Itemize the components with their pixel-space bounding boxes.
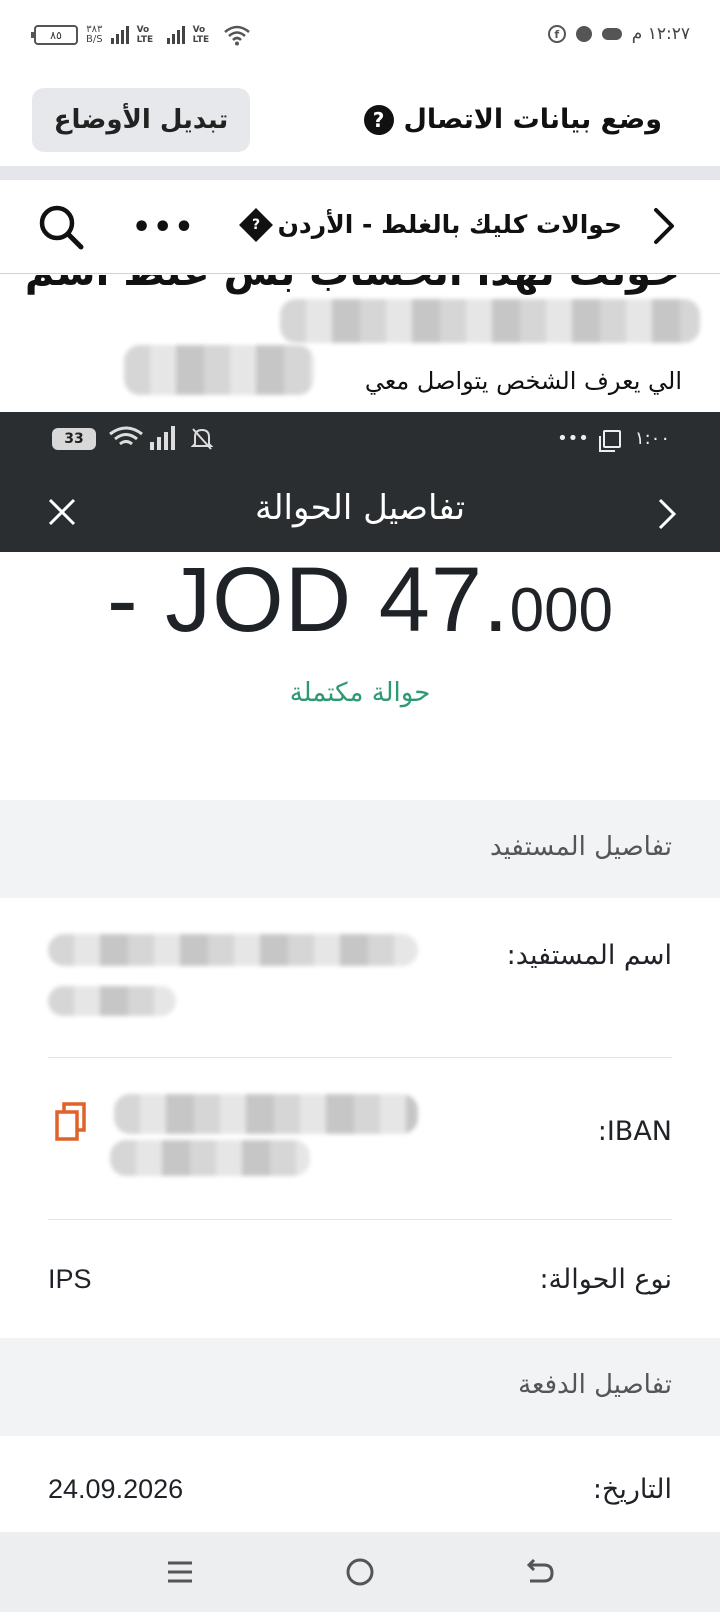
help-icon[interactable]: ? <box>363 104 394 135</box>
wifi-icon <box>223 25 250 46</box>
payment-section-header: تفاصيل الدفعة <box>0 1338 720 1436</box>
row-divider <box>48 1057 672 1058</box>
post-text-line: الي يعرف الشخص يتواصل معي <box>364 367 682 395</box>
transfer-status: حوالة مكتملة <box>289 678 431 708</box>
search-icon[interactable] <box>36 202 86 252</box>
switch-modes-button[interactable]: تبديل الأوضاع <box>32 88 250 152</box>
embedded-wifi-icon <box>109 426 143 446</box>
timer-icon <box>575 26 592 42</box>
date-label: التاريخ: <box>592 1474 672 1505</box>
facebook-icon: f <box>547 25 566 43</box>
amount-minor: 000 <box>509 576 614 645</box>
back-arrow-icon <box>526 1558 554 1583</box>
embedded-status-bar: 33 ••• ١:٠٠ <box>0 412 720 470</box>
status-bar: ٨٥ ٣٨٣ B/S Vo LTE Vo LTE f ١٢:٢٧ م <box>0 0 720 72</box>
group-title[interactable]: حوالات كليك بالغلط - الأردن ? <box>238 207 622 242</box>
beneficiary-section-header: تفاصيل المستفيد <box>0 800 720 898</box>
group-nav-bar: حوالات كليك بالغلط - الأردن ? ••• <box>0 180 720 274</box>
game-icon <box>601 28 622 40</box>
iban-label: IBAN: <box>597 1116 672 1147</box>
clock: ١٢:٢٧ م <box>631 24 690 44</box>
beneficiary-name-row: اسم المستفيد: <box>0 898 720 1058</box>
volte-label-1: Vo LTE <box>136 25 154 45</box>
post-cut-line: حولت لهذا الحساب بس غلط اسم <box>25 275 680 295</box>
embedded-status-right: ••• ١:٠٠ <box>557 428 670 452</box>
transfer-amount: - JOD 47.000 <box>0 548 720 653</box>
embedded-battery-icon: 33 <box>52 428 96 450</box>
status-left: ٨٥ ٣٨٣ B/S Vo LTE Vo LTE <box>31 24 251 46</box>
network-speed: ٣٨٣ B/S <box>86 25 103 45</box>
home-button[interactable] <box>340 1552 380 1592</box>
transfer-details-title: تفاصيل الحوالة <box>254 488 466 528</box>
battery-icon: ٨٥ <box>31 25 78 45</box>
redacted-block <box>48 934 418 966</box>
status-right: f ١٢:٢٧ م <box>547 24 690 44</box>
group-title-text: حوالات كليك بالغلط - الأردن <box>277 210 622 239</box>
signal-icon-2 <box>166 26 185 44</box>
beneficiary-name-label: اسم المستفيد: <box>506 940 672 971</box>
redacted-block <box>280 299 700 343</box>
transfer-type-label: نوع الحوالة: <box>539 1264 672 1295</box>
signal-icon <box>110 26 129 44</box>
transfer-type-row: نوع الحوالة: IPS <box>0 1222 720 1340</box>
recent-apps-button[interactable] <box>160 1552 200 1592</box>
amount-major: - JOD 47. <box>106 549 510 651</box>
chevron-right-icon[interactable] <box>652 496 682 532</box>
muted-bell-icon <box>190 428 214 450</box>
back-chevron-icon[interactable] <box>644 206 684 246</box>
embedded-clock: ١:٠٠ <box>634 428 670 449</box>
row-divider <box>48 1219 672 1220</box>
menu-icon <box>168 1561 192 1583</box>
embedded-dots: ••• <box>557 428 589 449</box>
back-button[interactable] <box>520 1552 560 1592</box>
payment-section-title: تفاصيل الدفعة <box>518 1370 672 1400</box>
date-value: 24.09.2026 <box>48 1474 184 1504</box>
transfer-type-value: IPS <box>48 1264 92 1294</box>
divider <box>0 166 720 180</box>
transfer-details-header: تفاصيل الحوالة <box>0 470 720 552</box>
redacted-block <box>124 345 314 395</box>
embedded-signal-icon <box>150 426 175 450</box>
date-row: التاريخ: 24.09.2026 <box>0 1436 720 1532</box>
redacted-block <box>48 986 176 1016</box>
redacted-block <box>110 1140 310 1176</box>
more-options-icon[interactable]: ••• <box>132 210 196 245</box>
iban-row: IBAN: <box>0 1060 720 1220</box>
unknown-glyph-icon: ? <box>238 207 273 242</box>
redacted-block <box>114 1094 418 1134</box>
speed-unit: B/S <box>86 34 103 45</box>
connection-mode-bar: تبديل الأوضاع وضع بيانات الاتصال ? <box>0 84 720 154</box>
copy-icon[interactable] <box>54 1102 88 1142</box>
volte-label-2: Vo LTE <box>192 25 210 45</box>
battery-level: ٨٥ <box>50 28 62 42</box>
home-circle-icon <box>346 1558 374 1586</box>
screenshot-icon <box>598 429 621 452</box>
post-content: حولت لهذا الحساب بس غلط اسم الي يعرف الش… <box>0 275 720 412</box>
connection-mode-title: وضع بيانات الاتصال ? <box>363 104 663 135</box>
beneficiary-section-title: تفاصيل المستفيد <box>489 832 672 862</box>
system-navigation-bar <box>0 1532 720 1612</box>
connection-mode-label: وضع بيانات الاتصال <box>403 104 663 135</box>
embedded-battery-level: 33 <box>64 431 84 447</box>
